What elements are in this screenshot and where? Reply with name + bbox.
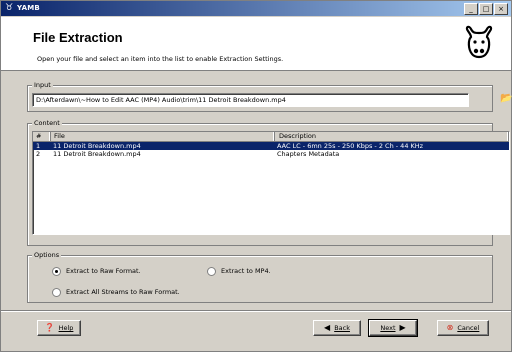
- cancel-button[interactable]: ⊗ Cancel: [437, 320, 489, 336]
- content-legend: Content: [32, 119, 62, 128]
- bull-logo-icon: [465, 25, 493, 59]
- maximize-button[interactable]: □: [479, 3, 493, 15]
- close-button[interactable]: ×: [494, 3, 508, 15]
- column-header-description[interactable]: Description: [275, 132, 509, 141]
- extract-all-streams-radio[interactable]: Extract All Streams to Raw Format.: [52, 287, 180, 297]
- help-label: Help: [58, 324, 74, 332]
- column-header-number[interactable]: #: [33, 132, 51, 141]
- options-legend: Options: [32, 251, 62, 260]
- content-list[interactable]: # File Description 1 11 Detroit Breakdow…: [32, 131, 510, 235]
- radio-selected-icon: [52, 266, 61, 276]
- row-file: 11 Detroit Breakdown.mp4: [53, 150, 141, 158]
- minimize-button[interactable]: _: [464, 3, 478, 15]
- back-arrow-icon: ◀: [324, 323, 331, 332]
- extract-mp4-label: Extract to MP4.: [221, 267, 271, 275]
- radio-unselected-icon: [207, 266, 216, 276]
- help-icon: ❓: [44, 323, 55, 332]
- back-label: Back: [334, 324, 350, 332]
- cancel-label: Cancel: [457, 324, 480, 332]
- wizard-header: File Extraction Open your file and selec…: [1, 17, 511, 71]
- next-label: Next: [380, 324, 396, 332]
- next-button[interactable]: Next ▶: [368, 319, 418, 337]
- input-group: Input D:\Afterdawn\~How to Edit AAC (MP4…: [27, 81, 512, 112]
- yamb-app-icon: ♉: [5, 3, 14, 13]
- open-folder-icon[interactable]: 📂: [500, 93, 512, 105]
- row-description: AAC LC - 6mn 25s - 250 Kbps - 2 Ch - 44 …: [277, 142, 424, 150]
- list-header: # File Description: [33, 132, 509, 142]
- page-title: File Extraction: [33, 30, 123, 45]
- radio-unselected-icon: [52, 287, 61, 297]
- extract-all-streams-label: Extract All Streams to Raw Format.: [66, 288, 180, 296]
- page-subtitle: Open your file and select an item into t…: [37, 55, 284, 63]
- options-group: Options Extract to Raw Format. Extract t…: [27, 251, 493, 303]
- cancel-icon: ⊗: [446, 323, 454, 332]
- row-file: 11 Detroit Breakdown.mp4: [53, 142, 141, 150]
- footer-divider: [1, 310, 511, 312]
- row-number: 1: [36, 142, 41, 150]
- window-title: YAMB: [17, 4, 40, 12]
- help-button[interactable]: ❓ Help: [37, 320, 81, 336]
- list-item[interactable]: 2 11 Detroit Breakdown.mp4 Chapters Meta…: [33, 150, 509, 158]
- column-header-file[interactable]: File: [51, 132, 275, 141]
- back-button[interactable]: ◀ Back: [313, 320, 361, 336]
- next-arrow-icon: ▶: [399, 323, 406, 332]
- input-legend: Input: [32, 81, 53, 90]
- row-description: Chapters Metadata: [277, 150, 340, 158]
- extract-raw-label: Extract to Raw Format.: [66, 267, 141, 275]
- content-group: Content # File Description 1 11 Detroit …: [27, 119, 510, 246]
- extract-mp4-radio[interactable]: Extract to MP4.: [207, 266, 271, 276]
- file-path-field[interactable]: D:\Afterdawn\~How to Edit AAC (MP4) Audi…: [32, 93, 469, 107]
- yamb-window: ♉ YAMB _ □ × File Extraction Open your f…: [0, 0, 512, 352]
- extract-raw-radio[interactable]: Extract to Raw Format.: [52, 266, 141, 276]
- row-number: 2: [36, 150, 41, 158]
- list-item[interactable]: 1 11 Detroit Breakdown.mp4 AAC LC - 6mn …: [33, 142, 509, 150]
- title-bar[interactable]: ♉ YAMB _ □ ×: [1, 1, 511, 16]
